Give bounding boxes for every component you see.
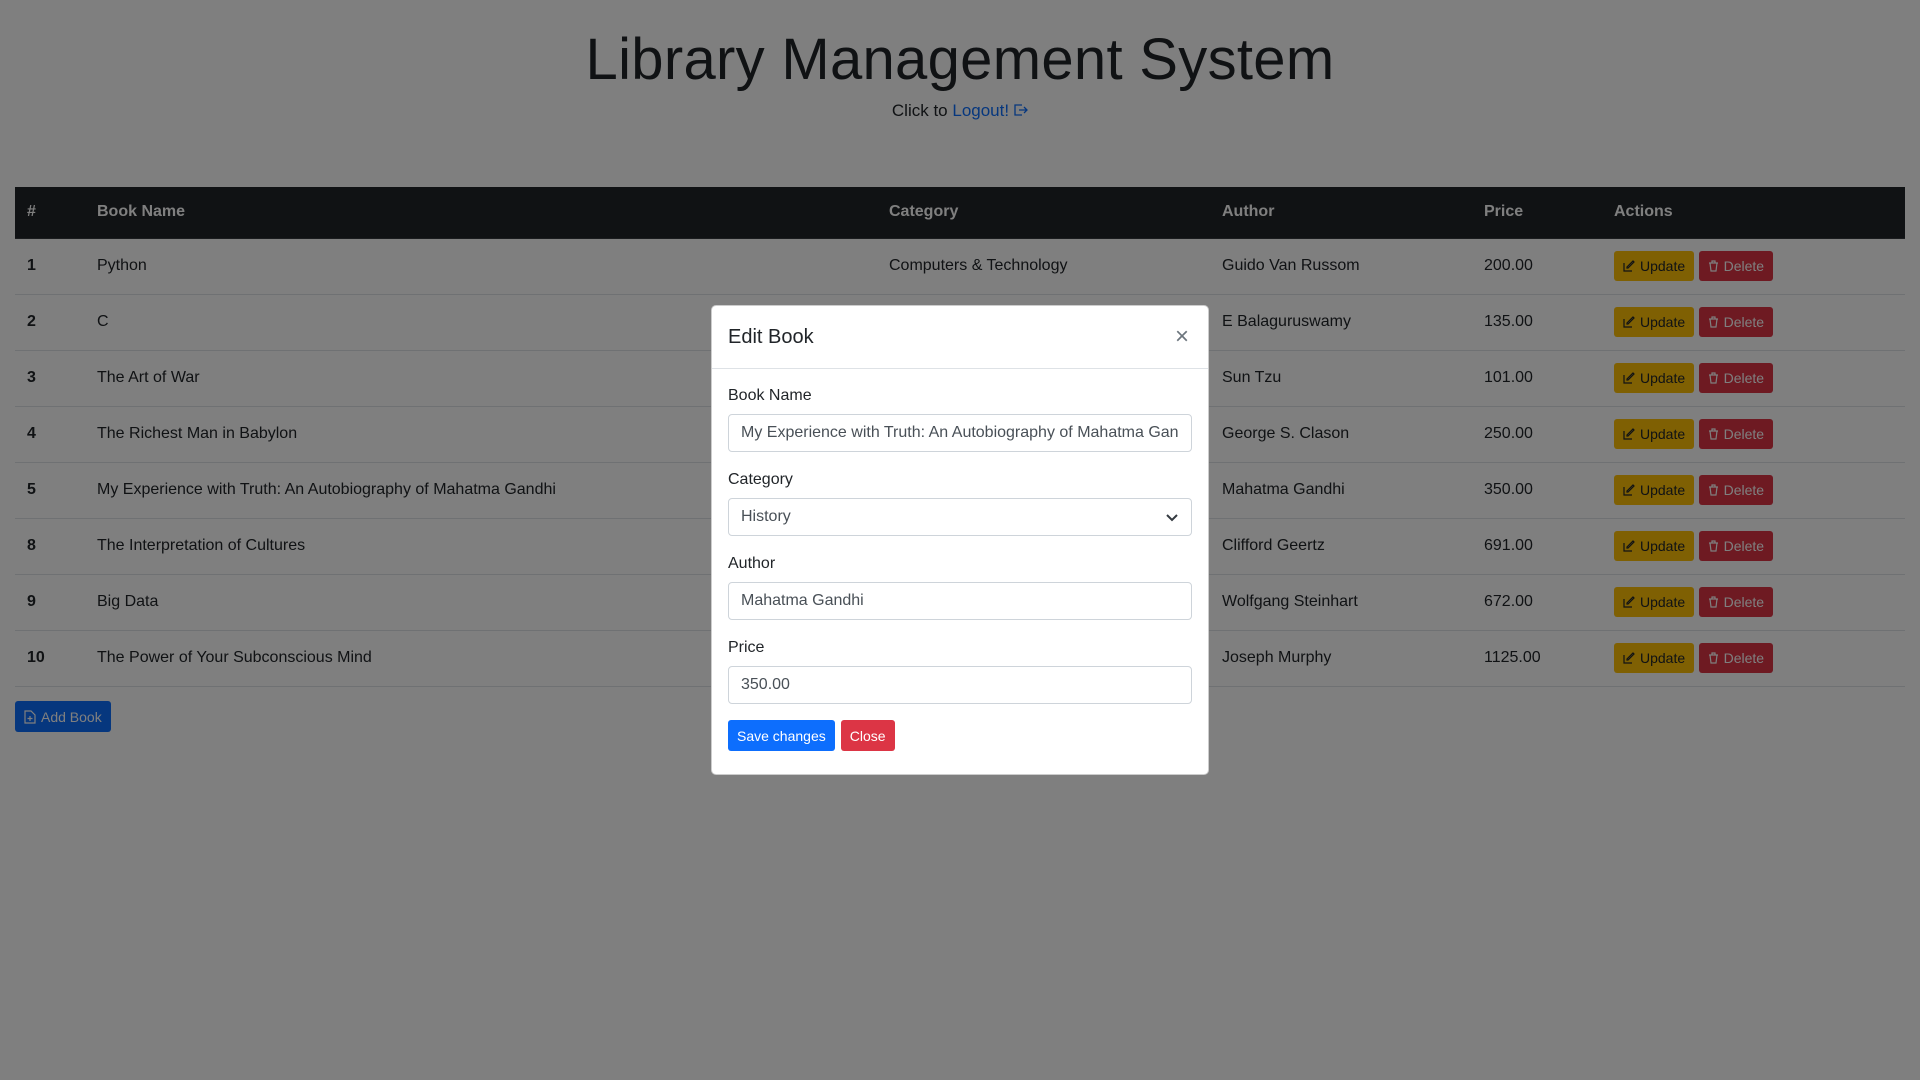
category-selected-value: History	[741, 508, 791, 525]
price-label: Price	[728, 639, 765, 656]
modal-actions: Save changes Close	[728, 720, 1192, 751]
edit-book-modal: Edit Book × Book Name Category History A…	[711, 305, 1209, 775]
close-icon[interactable]: ×	[1172, 325, 1192, 349]
category-label: Category	[728, 471, 793, 488]
category-select[interactable]: History	[728, 498, 1192, 536]
modal-title: Edit Book	[728, 325, 814, 348]
modal-header: Edit Book ×	[712, 306, 1208, 369]
book-name-input[interactable]	[728, 414, 1192, 452]
price-input[interactable]	[728, 666, 1192, 704]
book-name-label: Book Name	[728, 387, 812, 404]
author-input[interactable]	[728, 582, 1192, 620]
author-label: Author	[728, 555, 776, 572]
save-changes-button[interactable]: Save changes	[728, 720, 835, 751]
modal-body: Book Name Category History Author Price …	[712, 369, 1208, 751]
chevron-down-icon	[1166, 514, 1178, 522]
close-button[interactable]: Close	[840, 720, 895, 751]
